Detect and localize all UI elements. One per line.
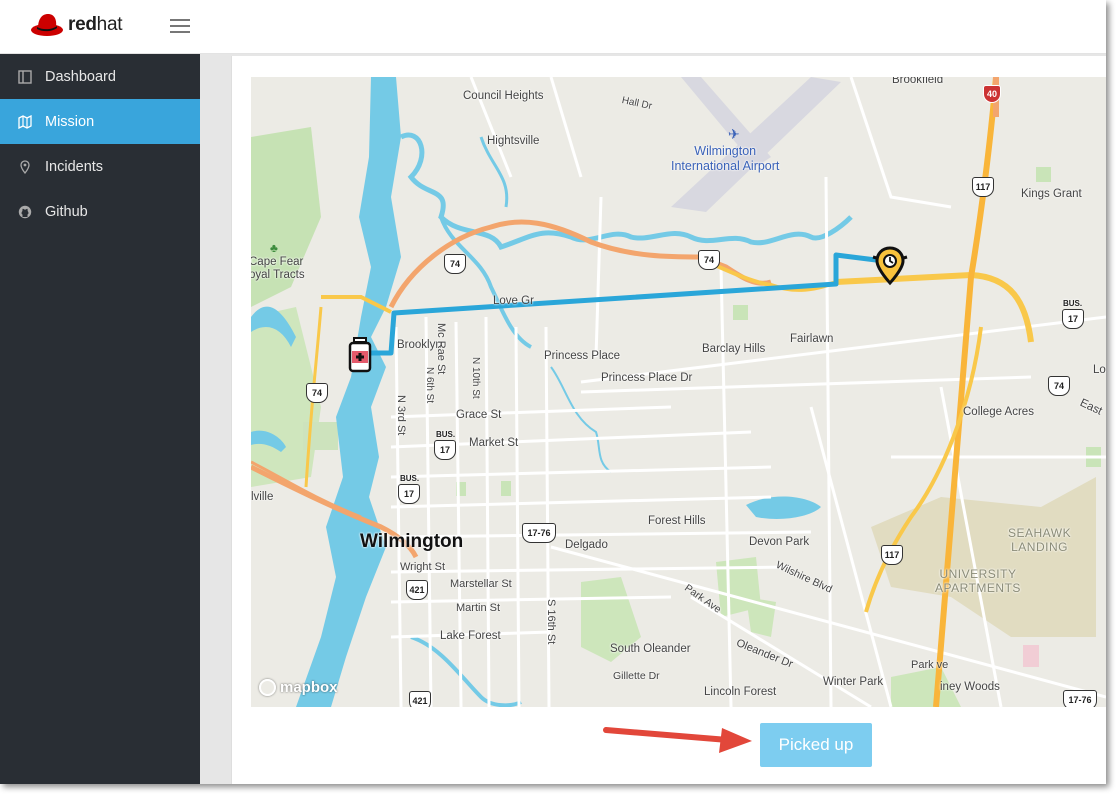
airport-icon: ✈: [728, 126, 740, 142]
map-label-wright-st: Wright St: [400, 561, 446, 573]
mission-map[interactable]: Brookfield Council Heights Hall Dr Hight…: [251, 77, 1106, 707]
bus-route-tag: BUS.: [436, 430, 456, 439]
bus-17-shield: 17: [434, 440, 456, 460]
map-label-university-apartments: UNIVERSITY APARTMENTS: [935, 567, 1021, 595]
sidebar-item-dashboard[interactable]: Dashboard: [0, 54, 200, 99]
map-label-n-6th-st: N 6th St: [424, 367, 435, 404]
map-label-south-oleander: South Oleander: [610, 643, 691, 655]
bus-17-shield: 17: [398, 484, 420, 504]
map-label-lo: Lo: [1093, 364, 1106, 376]
interstate-40-shield: 40: [983, 85, 1001, 103]
us-17-76-shield: 17-76: [522, 523, 556, 543]
map-label-martin-st: Martin St: [456, 602, 501, 614]
map-label-fairlawn: Fairlawn: [790, 333, 834, 345]
map-label-college-acres: College Acres: [963, 406, 1034, 418]
sidebar-item-label: Incidents: [45, 158, 104, 175]
location-pin-icon: [18, 159, 32, 174]
sidebar: Dashboard Mission Incidents Github: [0, 54, 200, 784]
mapbox-logo-icon: [259, 679, 276, 696]
map-label-n-10th-st: N 10th St: [470, 357, 481, 399]
map-label-n-3rd-st: N 3rd St: [395, 395, 407, 436]
redhat-logo[interactable]: redhat: [30, 11, 122, 39]
picked-up-button[interactable]: Picked up: [760, 723, 872, 767]
map-label-barclay-hills: Barclay Hills: [702, 343, 766, 355]
sidebar-item-label: Github: [45, 203, 88, 220]
sidebar-item-label: Mission: [45, 113, 95, 130]
us-117-shield: 117: [881, 545, 903, 565]
map-label-ville: lville: [251, 491, 274, 503]
map-label-love-grove: Love Gr: [493, 295, 534, 307]
us-74-shield: 74: [698, 250, 720, 270]
us-117-shield: 117: [972, 177, 994, 197]
redhat-shadowman-icon: [31, 14, 63, 36]
map-label-mc-rae-st: Mc Rae St: [435, 323, 447, 375]
map-label-market-st: Market St: [469, 437, 519, 449]
sidebar-item-label: Dashboard: [45, 68, 116, 85]
app-window: redhat Dashboard Mission Incidents Githu…: [0, 0, 1106, 784]
map-label-winter-park: Winter Park: [823, 676, 884, 688]
map-label-seahawk-landing: SEAHAWK LANDING: [1008, 526, 1072, 554]
bus-route-tag: BUS.: [400, 474, 420, 483]
map-label-devon-park: Devon Park: [749, 536, 810, 548]
map-label-grace-st: Grace St: [456, 409, 502, 421]
sidebar-item-mission[interactable]: Mission: [0, 99, 200, 144]
us-74-shield: 74: [444, 254, 466, 274]
mapbox-attribution[interactable]: mapbox: [259, 679, 338, 696]
map-label-airport: Wilmington International Airport: [671, 144, 780, 173]
top-navbar: redhat: [0, 0, 1106, 54]
map-label-hightsville: Hightsville: [487, 135, 540, 147]
us-421-shield: 421: [409, 691, 431, 707]
us-421-shield: 421: [406, 580, 428, 600]
us-17-76-shield: 17-76: [1063, 690, 1097, 707]
map-label-princess-place-dr: Princess Place Dr: [601, 372, 693, 384]
map-label-kings-grant: Kings Grant: [1021, 188, 1082, 200]
map-label-forest-hills: Forest Hills: [648, 515, 706, 527]
park-tree-icon: ♣: [270, 241, 278, 255]
dashboard-icon: [18, 69, 32, 84]
map-label-lincoln-forest: Lincoln Forest: [704, 686, 777, 698]
map-label-delgado: Delgado: [565, 539, 608, 551]
menu-toggle-icon[interactable]: [170, 17, 190, 35]
bus-route-tag: BUS.: [1063, 299, 1083, 308]
logo-text: redhat: [68, 14, 123, 35]
map-icon: [18, 114, 32, 129]
map-label-lake-forest: Lake Forest: [440, 630, 501, 642]
map-label-s-16th-st: S 16th St: [545, 599, 557, 645]
map-label-wilmington: Wilmington: [360, 531, 464, 552]
map-label-marstellar-st: Marstellar St: [450, 578, 512, 590]
bus-17-shield: 17: [1062, 309, 1084, 329]
us-74-shield: 74: [1048, 376, 1070, 396]
map-label-cape-fear: Cape Fear oyal Tracts: [251, 256, 305, 281]
sidebar-item-incidents[interactable]: Incidents: [0, 144, 200, 189]
us-74-shield: 74: [306, 383, 328, 403]
map-label-gillette-dr: Gillette Dr: [613, 670, 660, 682]
map-label-park-ave-2: Park ve: [911, 659, 949, 671]
map-label-council-heights: Council Heights: [463, 90, 544, 102]
map-label-princess-place: Princess Place: [544, 350, 621, 362]
annotation-arrow-icon: [603, 727, 752, 753]
map-label-piney-woods: iney Woods: [940, 681, 1000, 693]
map-label-brookfield: Brookfield: [892, 77, 944, 86]
sidebar-item-github[interactable]: Github: [0, 189, 200, 234]
github-icon: [18, 205, 32, 219]
